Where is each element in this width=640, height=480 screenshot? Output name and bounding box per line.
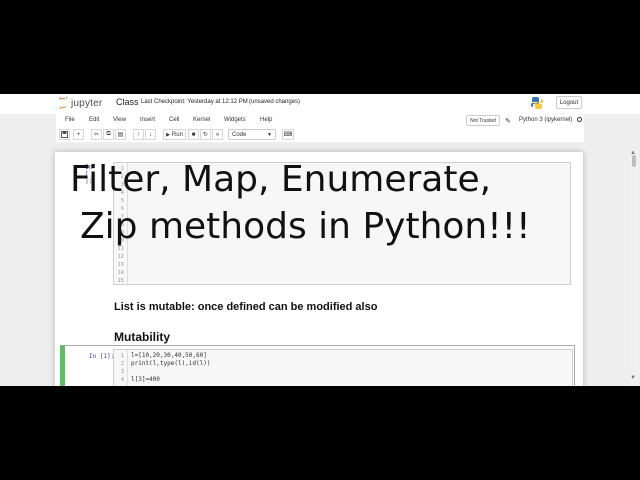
toolbar: + ✂ ⧉ ▤ ↑ ↓ ▶ Run ■ ↻ » Code ▼ ⌨ [56,128,584,142]
paste-icon[interactable]: ▤ [115,129,126,140]
jupyter-logo[interactable]: jupyter [58,96,102,110]
menu-file[interactable]: File [65,117,75,123]
kernel-name[interactable]: Python 3 (ipykernel) [519,117,572,123]
python-logo-icon [531,97,543,109]
jupyter-notebook-window: jupyter Class Last Checkpoint: Yesterday… [0,94,640,386]
cell-type-value: Code [232,131,247,138]
menu-kernel[interactable]: Kernel [193,117,210,123]
markdown-heading: Mutability [114,330,170,344]
code-line: l=[10,20,30,40,50,60] [131,352,207,359]
menu-widgets[interactable]: Widgets [224,117,246,123]
line-number: 3 [120,369,124,375]
move-down-icon[interactable]: ↓ [145,129,156,140]
overlay-title-line: Zip methods in Python!!! [80,206,531,247]
menu-view[interactable]: View [113,117,126,123]
logout-button[interactable]: Logout [556,96,582,109]
cell-prompt: In [1]: [89,353,115,360]
line-number: 12 [117,254,124,260]
vertical-scrollbar[interactable] [629,150,639,386]
line-number-gutter: 1 2 3 4 [114,350,128,386]
scrollbar-thumb[interactable] [632,155,636,167]
stop-icon[interactable]: ■ [188,129,199,140]
copy-icon[interactable]: ⧉ [103,129,114,140]
cell-type-select[interactable]: Code ▼ [228,129,276,140]
add-cell-icon[interactable]: + [73,129,84,140]
markdown-text: List is mutable: once defined can be mod… [114,301,378,313]
checkpoint-status: Last Checkpoint: Yesterday at 12:12 PM [141,99,248,105]
cut-icon[interactable]: ✂ [91,129,102,140]
pencil-icon[interactable]: ✎ [505,117,511,125]
code-line: print(l,type(l),id(l)) [131,360,211,367]
run-label: Run [171,131,183,138]
move-up-icon[interactable]: ↑ [133,129,144,140]
menu-edit[interactable]: Edit [89,117,99,123]
menu-help[interactable]: Help [260,117,272,123]
menu-insert[interactable]: Insert [140,117,155,123]
code-line: l[3]=400 [131,376,160,383]
save-icon[interactable] [59,129,70,140]
selected-code-cell[interactable]: In [1]: 1 2 3 4 l=[10,20,30,40,50,60] pr… [60,345,575,386]
header-bar: jupyter Class Last Checkpoint: Yesterday… [0,94,640,114]
scroll-down-icon[interactable]: ▼ [630,375,636,381]
logo-text: jupyter [71,97,103,109]
line-number: 13 [117,262,124,268]
run-button[interactable]: ▶ Run [163,129,186,140]
line-number: 1 [120,353,124,359]
line-number: 2 [120,361,124,367]
unsaved-indicator: (unsaved changes) [249,99,301,105]
menu-cell[interactable]: Cell [169,117,179,123]
line-number: 15 [117,278,124,284]
keyboard-icon[interactable]: ⌨ [282,129,294,140]
run-icon: ▶ [166,131,170,138]
restart-icon[interactable]: ↻ [200,129,211,140]
kernel-idle-indicator-icon [577,117,582,122]
notebook-name[interactable]: Class [116,97,139,107]
jupyter-logo-icon [59,96,68,110]
restart-run-all-icon[interactable]: » [212,129,223,140]
line-number: 4 [120,377,124,383]
not-trusted-badge[interactable]: Not Trusted [466,115,500,126]
cell-input-area[interactable]: 1 2 3 4 l=[10,20,30,40,50,60] print(l,ty… [113,349,573,386]
line-number: 14 [117,270,124,276]
video-title-overlay: Filter, Map, Enumerate, Zip methods in P… [70,156,590,250]
overlay-title-line: Filter, Map, Enumerate, [70,159,492,200]
chevron-down-icon: ▼ [267,132,272,138]
